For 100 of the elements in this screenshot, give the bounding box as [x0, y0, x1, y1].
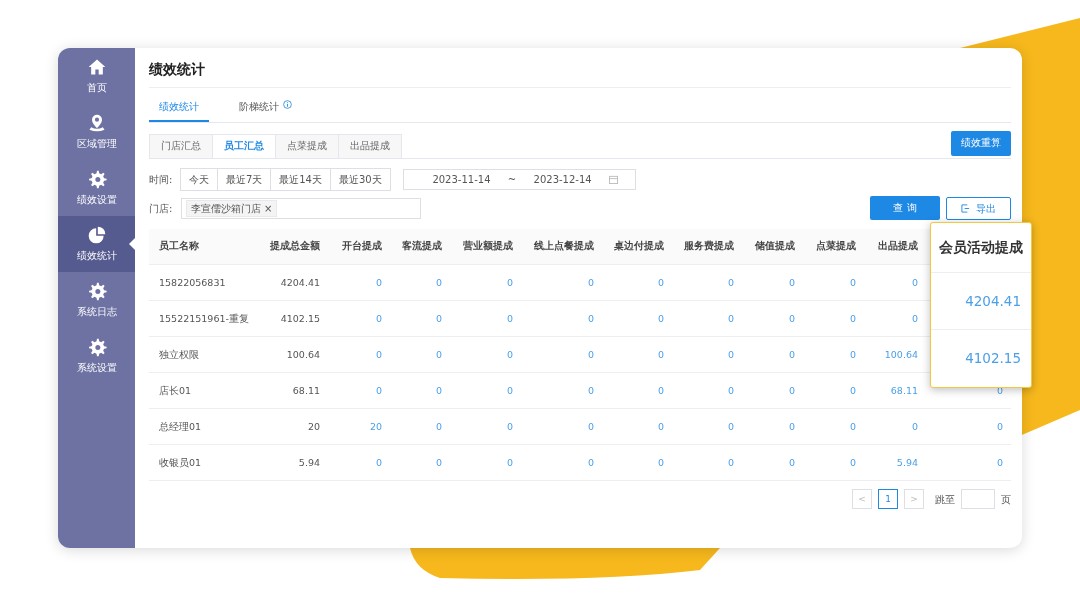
table-cell: 0 — [926, 408, 1011, 445]
filter-label: 门店: — [149, 202, 173, 217]
table-cell: 100.64 — [259, 336, 328, 373]
table-cell: 0 — [450, 372, 521, 409]
table-cell: 0 — [328, 300, 390, 337]
tab[interactable]: 点菜提成 — [275, 134, 339, 158]
recalculate-button[interactable]: 绩效重算 — [951, 131, 1011, 156]
table-cell: 0 — [390, 444, 450, 481]
table-cell: 0 — [803, 336, 864, 373]
range-button[interactable]: 最近30天 — [330, 167, 391, 191]
table-cell: 0 — [521, 264, 602, 301]
table-cell: 15822056831 — [149, 264, 259, 301]
table-cell: 0 — [672, 408, 742, 445]
table-cell: 0 — [672, 372, 742, 409]
table-cell: 收银员01 — [149, 444, 259, 481]
table-cell: 0 — [864, 264, 926, 301]
table-cell: 0 — [602, 444, 672, 481]
column-header: 桌边付提成 — [602, 228, 672, 265]
popup-value: 4204.41 — [931, 273, 1031, 330]
table-cell: 0 — [521, 300, 602, 337]
sidebar-item[interactable]: 首页 — [58, 48, 135, 104]
tab[interactable]: 阶梯统计 — [229, 94, 302, 123]
table-cell: 20 — [328, 408, 390, 445]
info-icon[interactable] — [283, 100, 292, 109]
table-cell: 100.64 — [864, 336, 926, 373]
table-cell: 0 — [803, 300, 864, 337]
export-icon — [961, 204, 970, 214]
gear-icon — [86, 169, 107, 189]
range-button[interactable]: 最近7天 — [216, 167, 272, 191]
table-cell: 4204.41 — [259, 264, 328, 301]
page-button[interactable]: 1 — [878, 489, 898, 510]
table-cell: 0 — [672, 300, 742, 337]
table-cell: 0 — [521, 336, 602, 373]
table-cell: 0 — [450, 408, 521, 445]
popup-title: 会员活动提成 — [931, 223, 1031, 273]
table-cell: 0 — [450, 264, 521, 301]
table-cell: 总经理01 — [149, 408, 259, 445]
column-header: 点菜提成 — [803, 228, 864, 265]
sidebar-item[interactable]: 系统日志 — [58, 272, 135, 328]
column-header: 服务费提成 — [672, 228, 742, 265]
table-cell: 0 — [521, 408, 602, 445]
table-cell: 5.94 — [864, 444, 926, 481]
filter-label: 时间: — [149, 172, 173, 187]
table-cell: 0 — [926, 444, 1011, 481]
jump-label: 跳至 — [935, 492, 955, 507]
query-button[interactable]: 查 询 — [870, 195, 940, 220]
range-button[interactable]: 今天 — [179, 167, 218, 191]
column-header: 客流提成 — [390, 228, 450, 265]
table-cell: 15522151961-重复 — [149, 300, 259, 337]
tab[interactable]: 绩效统计 — [149, 94, 209, 123]
table-cell: 0 — [742, 264, 803, 301]
table-cell: 0 — [602, 372, 672, 409]
table-cell: 0 — [328, 372, 390, 409]
tab[interactable]: 门店汇总 — [149, 134, 213, 158]
table-cell: 0 — [390, 300, 450, 337]
column-header: 线上点餐提成 — [521, 228, 602, 265]
pie-chart-icon — [86, 225, 107, 245]
date-range-field[interactable]: 2023-11-14 ~ 2023-12-14 — [402, 168, 636, 190]
table-cell: 0 — [803, 372, 864, 409]
export-button[interactable]: 导出 — [946, 197, 1011, 221]
table-cell: 0 — [450, 300, 521, 337]
table-cell: 0 — [803, 264, 864, 301]
active-pointer — [129, 238, 135, 250]
table-cell: 4102.15 — [259, 300, 328, 337]
table-cell: 0 — [602, 336, 672, 373]
store-select[interactable]: 李宣儒沙箱门店 × — [180, 198, 421, 220]
sidebar-item[interactable]: 系统设置 — [58, 328, 135, 384]
page-input[interactable] — [961, 489, 995, 510]
table-cell: 5.94 — [259, 444, 328, 481]
table-cell: 0 — [602, 300, 672, 337]
table-cell: 0 — [450, 444, 521, 481]
table-cell: 0 — [672, 264, 742, 301]
tab[interactable]: 出品提成 — [338, 134, 402, 158]
table-cell: 68.11 — [259, 372, 328, 409]
table-cell: 0 — [672, 336, 742, 373]
gear-icon — [86, 337, 107, 357]
column-header: 提成总金额 — [259, 228, 328, 265]
table-cell: 独立权限 — [149, 336, 259, 373]
sidebar-item[interactable]: 区域管理 — [58, 104, 135, 160]
table-cell: 0 — [450, 336, 521, 373]
popup-value: 4102.15 — [964, 349, 1022, 369]
table-cell: 0 — [803, 408, 864, 445]
table-cell: 0 — [390, 372, 450, 409]
sidebar-item[interactable]: 绩效设置 — [58, 160, 135, 216]
column-header: 储值提成 — [742, 228, 803, 265]
table-cell: 0 — [390, 408, 450, 445]
table-cell: 0 — [864, 300, 926, 337]
column-header: 员工名称 — [149, 228, 259, 265]
table-cell: 0 — [803, 444, 864, 481]
remove-tag-button[interactable]: × — [264, 203, 273, 215]
range-button[interactable]: 最近14天 — [270, 167, 331, 191]
page-suffix: 页 — [1001, 492, 1011, 507]
table-cell: 0 — [742, 444, 803, 481]
table-cell: 0 — [602, 408, 672, 445]
column-header: 开台提成 — [328, 228, 390, 265]
column-header: 出品提成 — [864, 228, 926, 265]
sidebar-item[interactable]: 绩效统计 — [58, 216, 135, 272]
table-cell: 0 — [328, 336, 390, 373]
table-cell: 68.11 — [864, 372, 926, 409]
table-cell: 0 — [521, 372, 602, 409]
